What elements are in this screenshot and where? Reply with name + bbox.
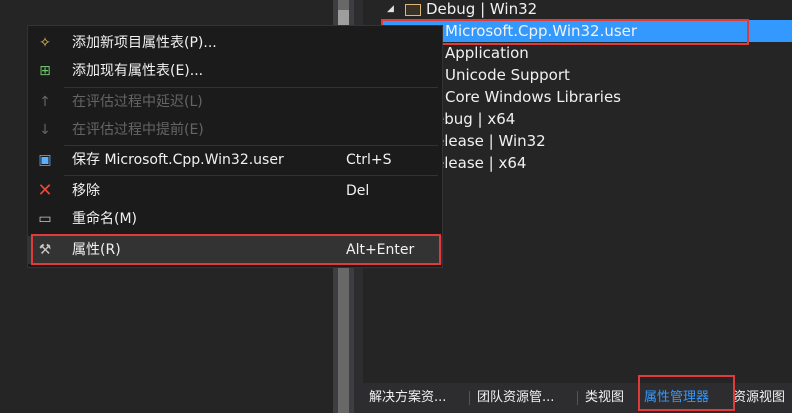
folder-icon [405,4,421,16]
menu-separator [64,234,438,235]
menu-item-move-down[interactable]: ↓ 在评估过程中提前(E) [28,116,442,144]
tree-item-release-x64[interactable]: elease | x64 [435,152,526,174]
tab-team-explorer[interactable]: 团队资源管... [477,383,554,413]
arrow-up-icon: ↑ [39,94,51,110]
tree-item-win32-user[interactable]: Microsoft.Cpp.Win32.user [382,20,792,42]
menu-item-properties[interactable]: ⚒ 属性(R) Alt+Enter [28,236,442,264]
menu-item-add-new-property-sheet[interactable]: ✧ 添加新项目属性表(P)... [28,29,442,57]
add-existing-icon: ⊞ [39,63,51,79]
tab-property-manager[interactable]: 属性管理器 [644,383,709,413]
tab-separator [469,391,470,405]
menu-item-remove[interactable]: ✕ 移除 Del [28,177,442,205]
menu-item-move-up[interactable]: ↑ 在评估过程中延迟(L) [28,88,442,116]
tab-resource-view[interactable]: 资源视图 [733,383,785,413]
menu-separator [64,175,438,176]
tree-item-unicode-support[interactable]: Unicode Support [445,64,570,86]
tree-item-application[interactable]: Application [445,42,529,64]
remove-icon: ✕ [37,180,53,201]
tree-item-debug-x64[interactable]: ebug | x64 [435,108,515,130]
tree-item-release-win32[interactable]: elease | Win32 [435,130,546,152]
arrow-down-icon: ↓ [39,122,51,138]
tab-solution-explorer[interactable]: 解决方案资... [369,383,446,413]
tree-item-core-windows-libraries[interactable]: Core Windows Libraries [445,86,621,108]
menu-item-save[interactable]: ▣ 保存 Microsoft.Cpp.Win32.user Ctrl+S [28,146,442,174]
save-icon: ▣ [38,152,52,168]
rename-icon: ▭ [38,211,52,227]
tab-class-view[interactable]: 类视图 [585,383,624,413]
tool-window-tabs: 解决方案资... 团队资源管... 类视图 属性管理器 资源视图 [363,383,792,413]
menu-item-rename[interactable]: ▭ 重命名(M) [28,205,442,233]
tab-separator [577,391,578,405]
menu-item-add-existing-property-sheet[interactable]: ⊞ 添加现有属性表(E)... [28,57,442,85]
context-menu: ✧ 添加新项目属性表(P)... ⊞ 添加现有属性表(E)... ↑ 在评估过程… [27,25,443,268]
wrench-icon: ⚒ [38,242,52,258]
expand-triangle-icon[interactable]: ◢ [387,0,394,20]
wand-icon: ✧ [39,35,51,51]
